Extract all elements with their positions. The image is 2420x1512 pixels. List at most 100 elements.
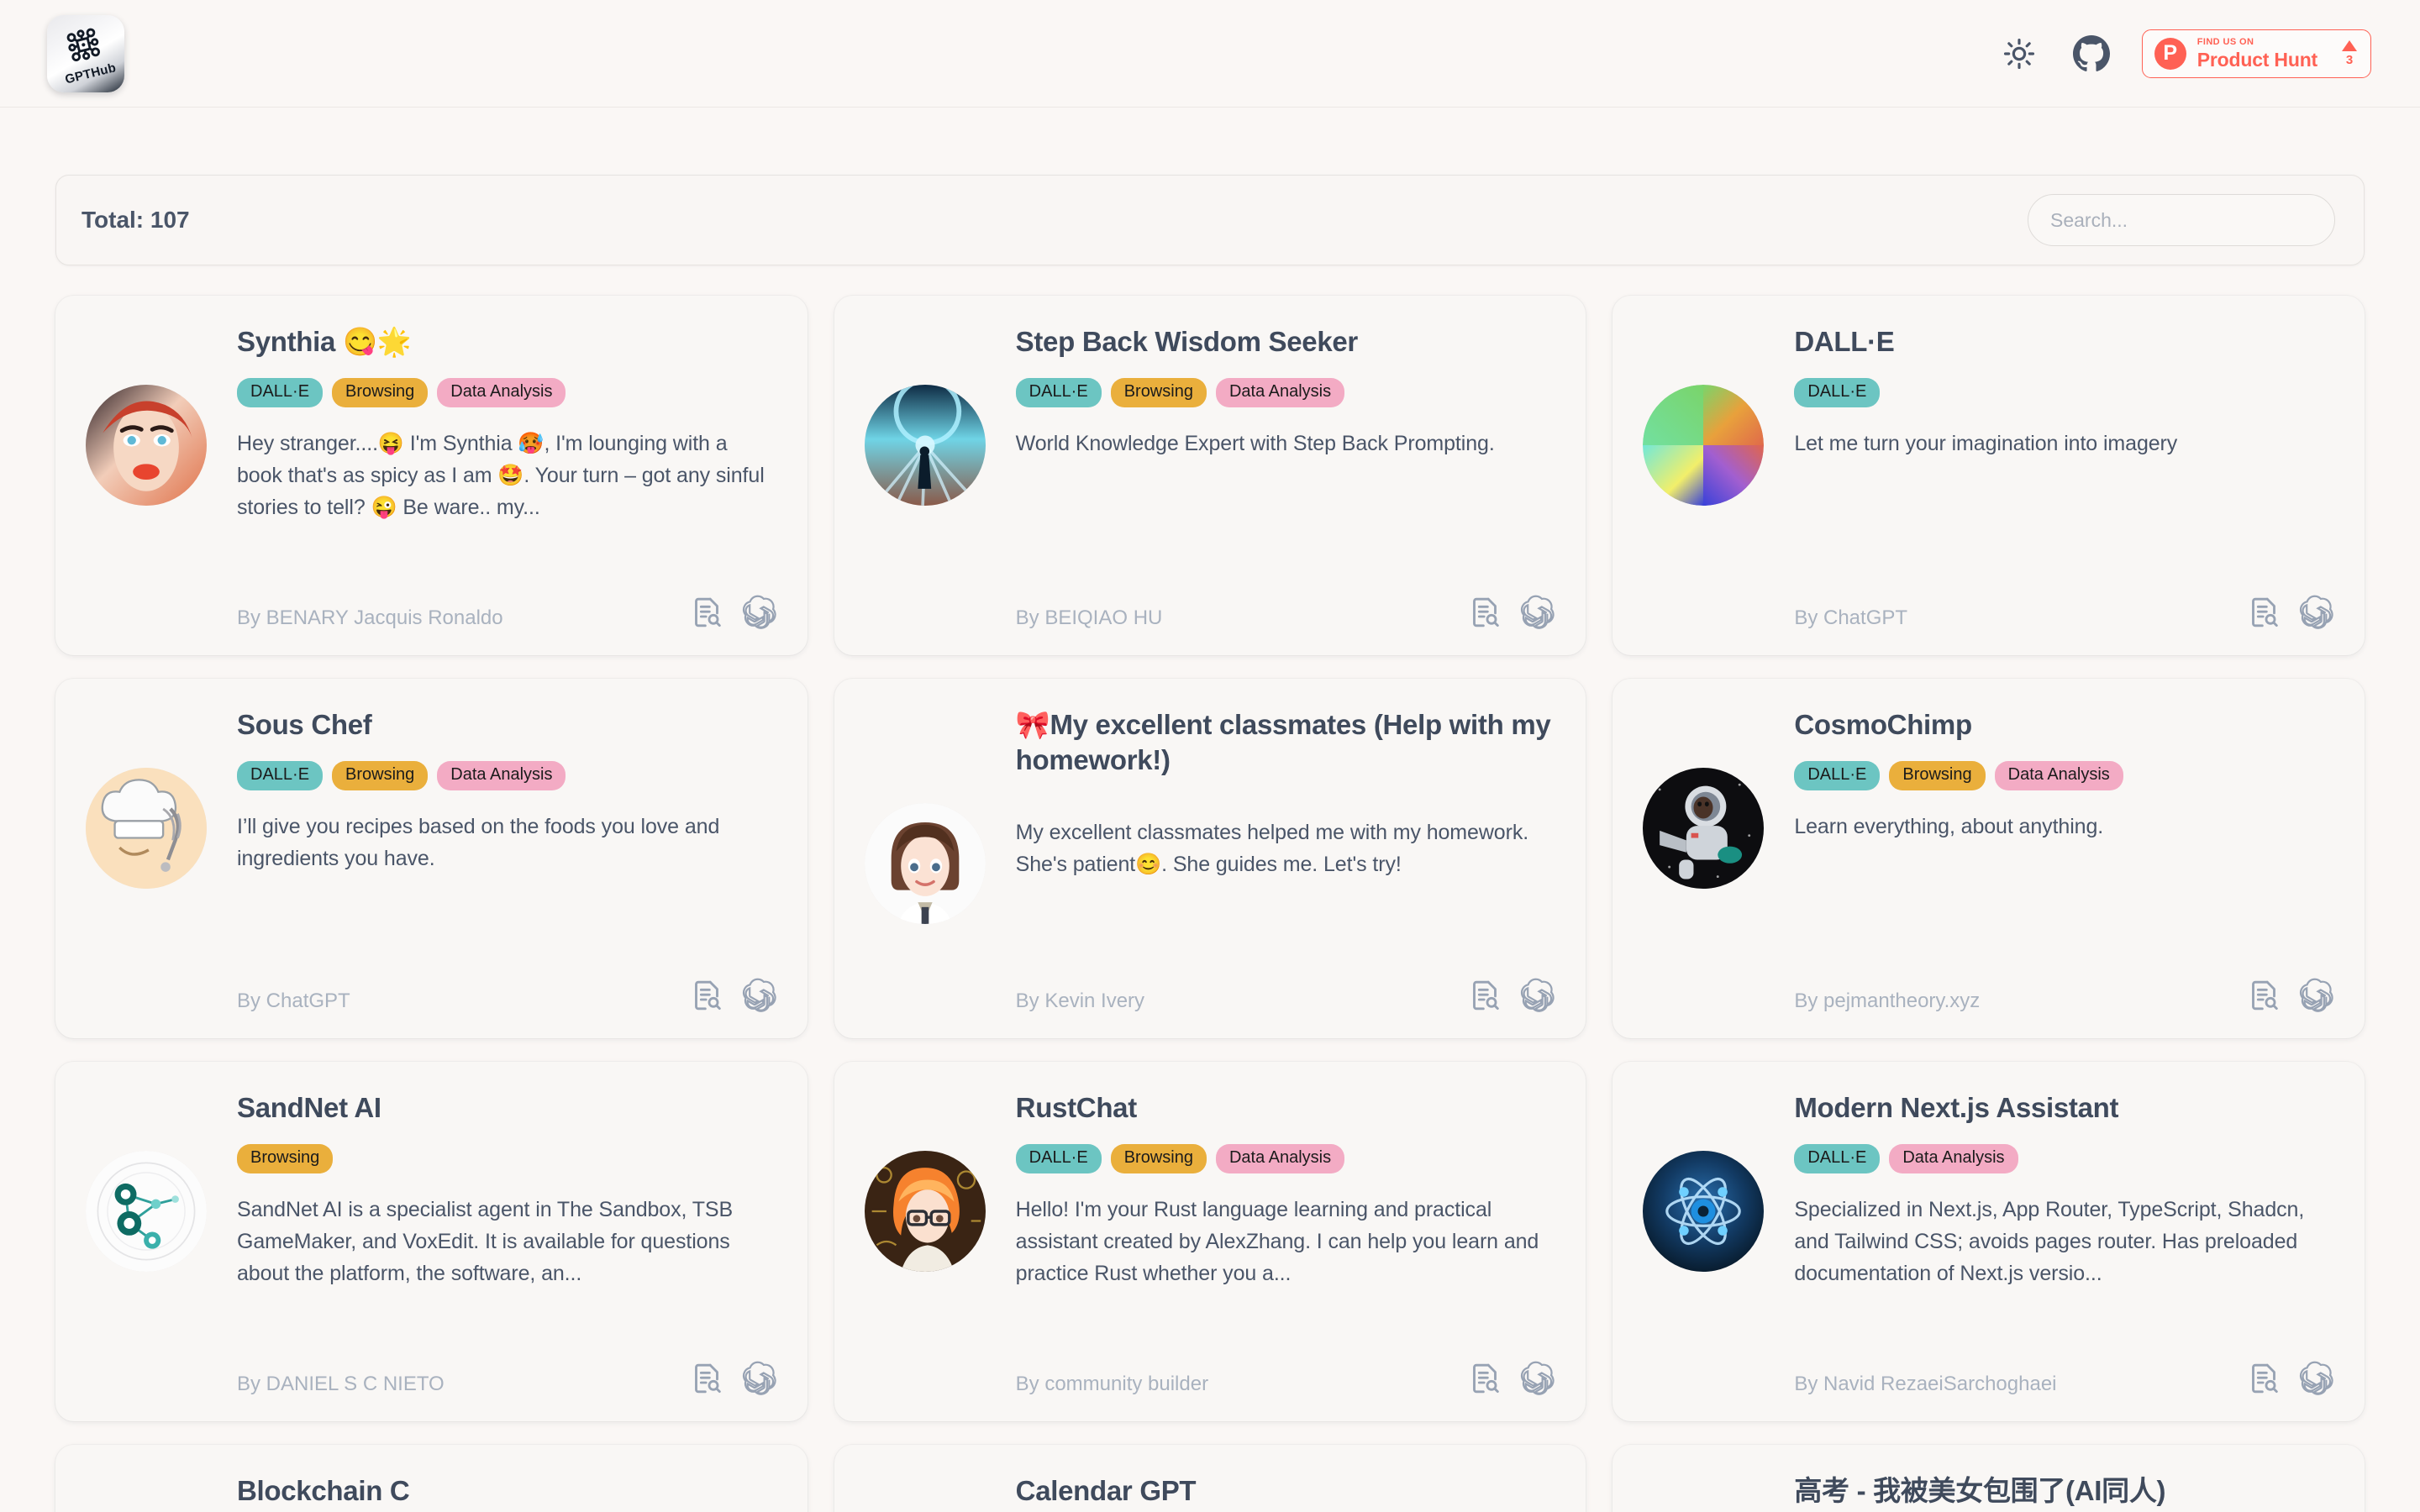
card-author: By BENARY Jacquis Ronaldo (237, 606, 503, 629)
card-footer: By Kevin Ivery (865, 956, 1556, 1013)
card-tag-list: DALL·E Data Analysis (1794, 1144, 2334, 1174)
card-action-group (690, 978, 777, 1013)
gpt-card[interactable]: DALL·E DALL·E Let me turn your imaginati… (1612, 296, 2365, 655)
card-tag-list: DALL·E Browsing Data Analysis (1015, 378, 1556, 408)
card-tag-list: DALL·E Browsing Data Analysis (1794, 761, 2334, 791)
card-description: Let me turn your imagination into imager… (1794, 432, 2178, 456)
openai-logo-icon[interactable] (1520, 978, 1555, 1013)
search-input[interactable] (2028, 194, 2335, 246)
openai-logo-icon[interactable] (742, 1361, 777, 1396)
gpt-card[interactable]: Sous Chef DALL·E Browsing Data Analysis I’… (55, 679, 808, 1038)
card-tag-list: DALL·E Browsing Data Analysis (237, 378, 777, 408)
document-search-icon[interactable] (690, 1362, 723, 1395)
gpt-card[interactable]: 🎀My excellent classmates (Help with my h… (834, 679, 1586, 1038)
product-hunt-name: Product Hunt (2196, 48, 2317, 71)
card-action-group (2247, 1361, 2334, 1396)
tag-dall-e[interactable]: DALL·E (1015, 378, 1102, 408)
gpt-card[interactable]: Calendar GPT (834, 1445, 1586, 1512)
sun-icon[interactable] (1997, 32, 2041, 76)
document-search-icon[interactable] (1468, 1362, 1502, 1395)
tag-dall-e[interactable]: DALL·E (237, 761, 324, 791)
card-title: Sous Chef (237, 709, 372, 740)
card-body: My excellent classmates helped me with m… (864, 796, 1556, 956)
document-search-icon[interactable] (690, 979, 723, 1012)
card-content: DALL·E Browsing Data Analysis Learn everyt… (1764, 761, 2334, 956)
tag-data-analysis[interactable]: Data Analysis (1215, 378, 1345, 408)
github-icon[interactable] (2070, 32, 2113, 76)
tag-data-analysis[interactable]: Data Analysis (437, 761, 566, 791)
card-author: By ChatGPT (1794, 606, 1908, 629)
openai-logo-icon[interactable] (742, 595, 777, 630)
card-description: I’ll give you recipes based on the foods… (237, 815, 720, 871)
document-search-icon[interactable] (2247, 979, 2281, 1012)
gpt-card[interactable]: Step Back Wisdom Seeker DALL·E Browsing Da… (834, 296, 1586, 655)
document-search-icon[interactable] (2247, 1362, 2281, 1395)
top-header: GPTHub P FIND US ON Product Hunt 3 (0, 0, 2420, 108)
card-title: 高考 - 我被美女包围了(AI同人) (1794, 1475, 2166, 1506)
page-body: Total: 107 Synthia 😋🌟 DALL·E Browsing Data… (0, 175, 2420, 1512)
card-footer: By community builder (865, 1339, 1556, 1396)
card-action-group (1468, 595, 1555, 630)
tag-dall-e[interactable]: DALL·E (1794, 1144, 1881, 1174)
tag-data-analysis[interactable]: Data Analysis (1994, 761, 2123, 791)
product-hunt-logo-icon: P (2154, 37, 2186, 70)
openai-logo-icon[interactable] (742, 978, 777, 1013)
tag-dall-e[interactable]: DALL·E (237, 378, 324, 408)
tag-browsing[interactable]: Browsing (332, 378, 429, 408)
tag-dall-e[interactable]: DALL·E (1794, 378, 1881, 408)
card-title: Calendar GPT (1015, 1475, 1197, 1506)
card-body: DALL·E Browsing Data Analysis Hey stranger… (86, 378, 777, 573)
gpt-card[interactable]: Synthia 😋🌟 DALL·E Browsing Data Analysis H… (55, 296, 808, 655)
gpt-card[interactable]: Blockchain C (55, 1445, 808, 1512)
card-footer: By pejmantheory.xyz (1643, 956, 2334, 1013)
card-body: Browsing SandNet AI is a specialist agen… (86, 1144, 777, 1339)
tag-browsing[interactable]: Browsing (1889, 761, 1986, 791)
card-action-group (1468, 1361, 1555, 1396)
gpt-card[interactable]: Modern Next.js Assistant DALL·E Data Anal… (1612, 1062, 2365, 1421)
openai-logo-icon[interactable] (2299, 978, 2334, 1013)
tag-dall-e[interactable]: DALL·E (1794, 761, 1881, 791)
brand-logo[interactable]: GPTHub (47, 14, 124, 92)
document-search-icon[interactable] (1468, 979, 1502, 1012)
tag-data-analysis[interactable]: Data Analysis (1889, 1144, 2018, 1174)
openai-logo-icon[interactable] (1520, 595, 1555, 630)
card-footer: By Navid RezaeiSarchoghaei (1643, 1339, 2334, 1396)
card-author: By pejmantheory.xyz (1794, 990, 1981, 1012)
card-title: 🎀My excellent classmates (Help with my h… (1015, 709, 1551, 776)
tag-data-analysis[interactable]: Data Analysis (1215, 1144, 1345, 1174)
gpt-card[interactable]: RustChat DALL·E Browsing Data Analysis Hel… (834, 1062, 1586, 1421)
card-content: DALL·E Let me turn your imagination into… (1764, 378, 2334, 573)
card-action-group (2247, 978, 2334, 1013)
card-tag-list: DALL·E (1794, 378, 2334, 408)
card-title: Synthia 😋🌟 (237, 326, 412, 357)
tag-browsing[interactable]: Browsing (1110, 1144, 1207, 1174)
gpt-card[interactable]: 高考 - 我被美女包围了(AI同人) (1612, 1445, 2365, 1512)
tag-browsing[interactable]: Browsing (332, 761, 429, 791)
tag-dall-e[interactable]: DALL·E (1015, 1144, 1102, 1174)
gpthub-logo-tile: GPTHub (47, 14, 124, 92)
document-search-icon[interactable] (2247, 596, 2281, 629)
tag-browsing[interactable]: Browsing (1110, 378, 1207, 408)
openai-logo-icon[interactable] (2299, 595, 2334, 630)
product-hunt-badge[interactable]: P FIND US ON Product Hunt 3 (2141, 29, 2371, 78)
openai-logo-icon[interactable] (2299, 1361, 2334, 1396)
tag-browsing[interactable]: Browsing (237, 1144, 334, 1174)
document-search-icon[interactable] (1468, 596, 1502, 629)
gpt-card[interactable]: CosmoChimp DALL·E Browsing Data Analysis L… (1612, 679, 2365, 1038)
product-hunt-upvote[interactable]: 3 (2342, 40, 2357, 66)
astronaut-chimp-avatar (1643, 768, 1765, 890)
card-tag-list: DALL·E Browsing Data Analysis (237, 761, 777, 791)
card-title: SandNet AI (237, 1092, 381, 1123)
tag-data-analysis[interactable]: Data Analysis (437, 378, 566, 408)
atom-blue-avatar (1643, 1151, 1765, 1273)
chip-grid-icon (62, 23, 106, 69)
product-hunt-eyebrow: FIND US ON (2196, 36, 2254, 47)
card-footer: By ChatGPT (1643, 573, 2334, 630)
document-search-icon[interactable] (690, 596, 723, 629)
openai-logo-icon[interactable] (1520, 1361, 1555, 1396)
card-content: Browsing SandNet AI is a specialist agen… (207, 1144, 777, 1339)
card-content: DALL·E Data Analysis Specialized in Next.… (1764, 1144, 2334, 1339)
card-body: DALL·E Data Analysis Specialized in Next.… (1643, 1144, 2334, 1339)
card-content: DALL·E Browsing Data Analysis Hello! I'm y… (986, 1144, 1556, 1339)
gpt-card[interactable]: SandNet AI Browsing SandNet AI is a spec… (55, 1062, 808, 1421)
